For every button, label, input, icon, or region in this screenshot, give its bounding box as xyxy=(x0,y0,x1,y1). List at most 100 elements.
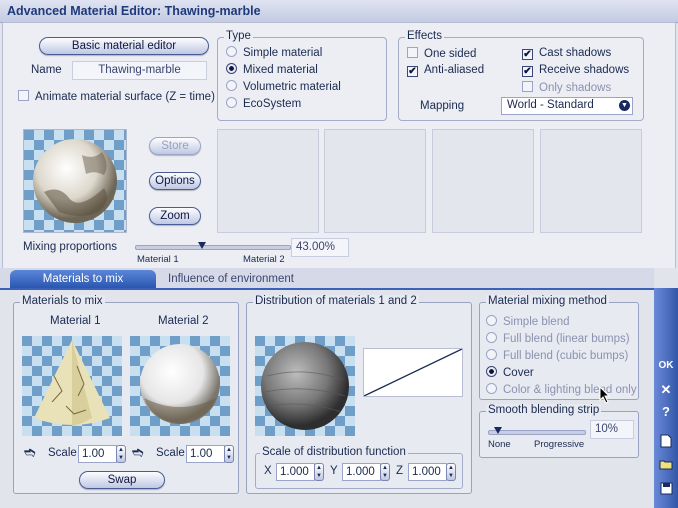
check-icon[interactable]: ✔ xyxy=(407,66,418,77)
type-option-mixed[interactable]: Mixed material xyxy=(226,63,318,76)
scale-1-field[interactable]: 1.00 xyxy=(78,445,117,463)
scale-distribution-title: Scale of distribution function xyxy=(260,446,408,458)
snow-sphere-preview xyxy=(130,336,230,436)
mixing-method-title: Material mixing method xyxy=(486,295,609,307)
z-scale-stepper[interactable]: ▲ ▼ xyxy=(446,463,456,481)
save-disk-icon[interactable] xyxy=(654,482,678,498)
one-sided-checkbox[interactable]: One sided xyxy=(407,47,476,60)
material-1-preview[interactable] xyxy=(22,336,122,436)
new-document-icon[interactable] xyxy=(654,434,678,451)
basic-material-editor-button[interactable]: Basic material editor xyxy=(39,37,209,55)
animate-surface-checkbox[interactable]: Animate material surface (Z = time) xyxy=(18,90,215,103)
radio-icon xyxy=(486,349,497,360)
z-label: Z xyxy=(396,465,404,477)
type-group-title: Type xyxy=(224,30,253,42)
mixing-left-label: Material 1 xyxy=(137,254,179,265)
name-field[interactable]: Thawing-marble xyxy=(72,61,207,80)
type-option-ecosystem[interactable]: EcoSystem xyxy=(226,97,301,110)
scale-1-label: Scale xyxy=(48,447,77,459)
mixing-proportions-label: Mixing proportions xyxy=(23,241,117,253)
smooth-slider-track[interactable] xyxy=(488,430,586,435)
y-scale-stepper[interactable]: ▲ ▼ xyxy=(380,463,390,481)
effects-group-title: Effects xyxy=(405,30,444,42)
preview-slot-2[interactable] xyxy=(324,129,426,233)
distribution-group-title: Distribution of materials 1 and 2 xyxy=(253,295,419,307)
check-icon[interactable]: ✔ xyxy=(522,66,533,77)
close-button[interactable]: ✕ xyxy=(654,382,678,398)
method-simple-blend[interactable]: Simple blend xyxy=(486,315,569,328)
mixing-right-label: Material 2 xyxy=(243,254,285,265)
chevron-down-icon[interactable]: ▼ xyxy=(619,100,630,111)
type-group: Type Simple material Mixed material Volu… xyxy=(217,30,387,121)
ok-button[interactable]: OK xyxy=(654,360,678,371)
radio-icon xyxy=(486,332,497,343)
method-full-blend-cubic[interactable]: Full blend (cubic bumps) xyxy=(486,349,628,362)
help-button[interactable]: ? xyxy=(654,404,678,419)
mouse-cursor-icon xyxy=(599,386,611,404)
radio-icon xyxy=(226,46,237,57)
radio-icon xyxy=(486,383,497,394)
scale-2-field[interactable]: 1.00 xyxy=(186,445,225,463)
effects-group: Effects One sided ✔ Anti-aliased ✔ Cast sh… xyxy=(398,30,644,121)
options-button[interactable]: Options xyxy=(149,172,201,190)
tab-influence-of-environment[interactable]: Influence of environment xyxy=(160,270,302,288)
cast-shadows-checkbox[interactable]: ✔ Cast shadows xyxy=(522,47,611,60)
smooth-blending-title: Smooth blending strip xyxy=(486,404,602,416)
animate-checkbox-box[interactable] xyxy=(18,90,29,101)
method-color-lighting-blend[interactable]: Color & lighting blend only xyxy=(486,383,637,396)
swap-button[interactable]: Swap xyxy=(79,471,165,489)
tab-bar: Materials to mix Influence of environmen… xyxy=(0,268,656,288)
mixing-slider-track[interactable] xyxy=(135,245,291,250)
title-bar[interactable]: Advanced Material Editor: Thawing-marble xyxy=(0,0,678,23)
x-scale-field[interactable]: 1.000 xyxy=(276,463,315,481)
distribution-preview[interactable] xyxy=(255,336,355,436)
radio-selected-icon xyxy=(486,366,497,377)
mapping-value: World - Standard xyxy=(507,99,594,111)
material-2-label: Material 2 xyxy=(158,315,209,327)
type-option-volumetric[interactable]: Volumetric material xyxy=(226,80,341,93)
method-full-blend-linear[interactable]: Full blend (linear bumps) xyxy=(486,332,630,345)
mixing-slider-thumb[interactable] xyxy=(198,242,207,249)
zoom-button[interactable]: Zoom xyxy=(149,207,201,225)
smooth-blending-group: Smooth blending strip None Progressive 1… xyxy=(479,404,639,458)
distribution-curve-graph[interactable] xyxy=(363,348,463,397)
material-2-preview[interactable] xyxy=(130,336,230,436)
right-sidebar: OK ✕ ? xyxy=(654,288,678,508)
x-scale-stepper[interactable]: ▲ ▼ xyxy=(314,463,324,481)
type-option-simple[interactable]: Simple material xyxy=(226,46,322,59)
y-scale-field[interactable]: 1.000 xyxy=(342,463,381,481)
radio-icon xyxy=(226,80,237,91)
material-2-swap-arrow-icon[interactable]: ➬ xyxy=(132,444,144,461)
smooth-value-field[interactable]: 10% xyxy=(590,420,634,439)
open-folder-icon[interactable] xyxy=(654,458,678,473)
window-title: Advanced Material Editor: Thawing-marble xyxy=(7,4,261,18)
material-editor-window: Advanced Material Editor: Thawing-marble… xyxy=(0,0,678,508)
method-cover[interactable]: Cover xyxy=(486,366,534,379)
mapping-label: Mapping xyxy=(420,100,465,112)
only-shadows-checkbox[interactable]: Only shadows xyxy=(522,81,611,94)
z-scale-field[interactable]: 1.000 xyxy=(408,463,447,481)
preview-slot-3[interactable] xyxy=(432,129,534,233)
lower-panel: Materials to mix Material 1 Material 2 ➬… xyxy=(0,288,656,508)
x-label: X xyxy=(264,465,272,477)
preview-slot-1[interactable] xyxy=(217,129,319,233)
material-preview[interactable] xyxy=(23,129,127,233)
anti-aliased-checkbox[interactable]: ✔ Anti-aliased xyxy=(407,64,484,77)
store-button[interactable]: Store xyxy=(149,137,201,155)
radio-icon xyxy=(486,315,497,326)
animate-label: Animate material surface (Z = time) xyxy=(35,91,215,103)
smooth-slider-thumb[interactable] xyxy=(493,427,502,434)
material-1-swap-arrow-icon[interactable]: ➬ xyxy=(24,444,36,461)
scale-2-label: Scale xyxy=(156,447,185,459)
mixing-value-field[interactable]: 43.00% xyxy=(291,238,349,257)
material-1-label: Material 1 xyxy=(50,315,101,327)
scale-1-stepper[interactable]: ▲ ▼ xyxy=(116,445,126,463)
tab-materials-to-mix[interactable]: Materials to mix xyxy=(10,270,156,288)
check-icon[interactable]: ✔ xyxy=(522,49,533,60)
scale-2-stepper[interactable]: ▲ ▼ xyxy=(224,445,234,463)
receive-shadows-checkbox[interactable]: ✔ Receive shadows xyxy=(522,64,629,77)
upper-panel: Basic material editor Name Thawing-marbl… xyxy=(2,22,676,270)
preview-slot-4[interactable] xyxy=(540,129,642,233)
materials-to-mix-group: Materials to mix Material 1 Material 2 ➬… xyxy=(13,295,239,494)
mapping-dropdown[interactable]: World - Standard ▼ xyxy=(501,97,633,115)
